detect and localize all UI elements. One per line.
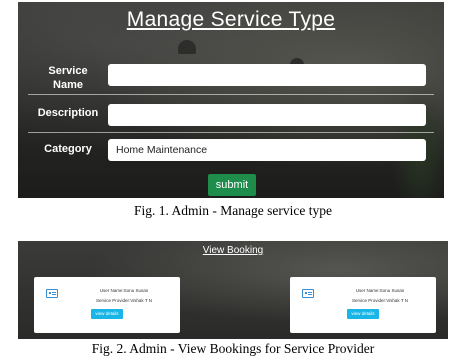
divider (28, 132, 434, 133)
id-card-icon (46, 289, 58, 298)
description-row: Description (18, 102, 444, 136)
description-label: Description (37, 107, 99, 119)
view-booking-title[interactable]: View Booking (18, 245, 448, 256)
category-row: Category Home Maintenance (18, 136, 444, 170)
page-title: Manage Service Type (126, 8, 336, 31)
figure-1-caption: Fig. 1. Admin - Manage service type (134, 203, 332, 218)
submit-button[interactable]: submit (208, 174, 256, 196)
category-select[interactable]: Home Maintenance (108, 139, 426, 161)
service-name-label: Service Name (48, 65, 88, 91)
service-name-input[interactable] (108, 64, 426, 86)
user-name-text: User Name:Sonu Susan (355, 288, 405, 293)
id-card-icon (302, 289, 314, 298)
view-details-button[interactable]: view details (91, 309, 123, 319)
figure-2-caption: Fig. 2. Admin - View Bookings for Servic… (91, 341, 375, 356)
pendant-lamp-decoration (178, 40, 196, 54)
service-provider-text: Service Provider:Vishak T N (95, 298, 153, 303)
service-name-row: Service Name (18, 62, 444, 96)
description-input[interactable] (108, 104, 426, 126)
manage-service-type-screenshot: Manage Service Type Service Name Descrip… (18, 2, 444, 198)
booking-card: User Name:Sonu Susan Service Provider:Vi… (290, 277, 436, 333)
service-provider-text: Service Provider:Vishak T N (351, 298, 409, 303)
category-label: Category (44, 143, 92, 155)
booking-card: User Name:Sonu Susan Service Provider:Vi… (34, 277, 180, 333)
divider (28, 94, 434, 95)
view-booking-screenshot: View Booking User Name:Sonu Susan Servic… (18, 241, 448, 339)
user-name-text: User Name:Sonu Susan (99, 288, 149, 293)
view-details-button[interactable]: view details (347, 309, 379, 319)
